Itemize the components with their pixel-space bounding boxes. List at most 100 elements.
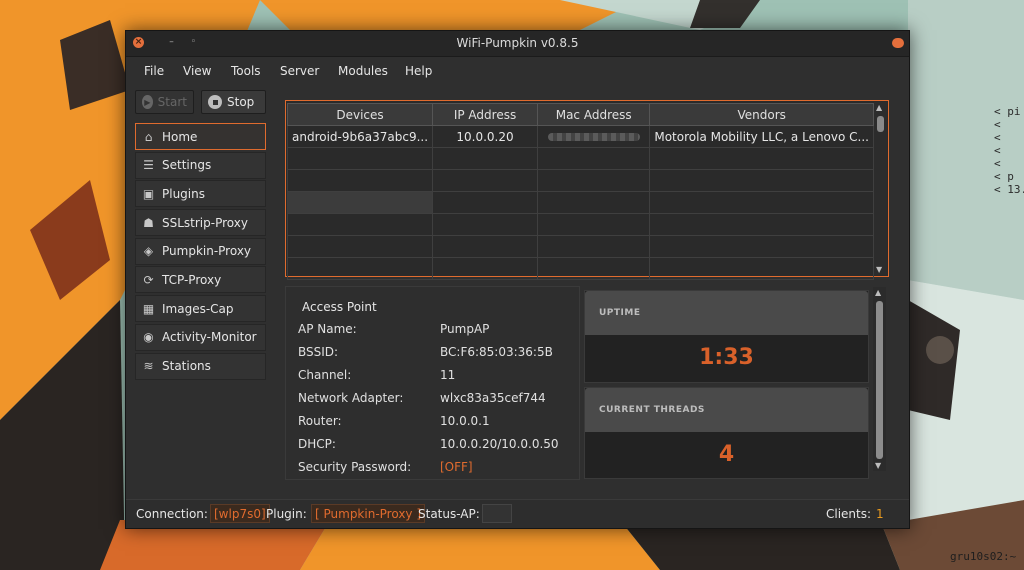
column-header-ip-address[interactable]: IP Address xyxy=(432,103,539,126)
mac-address-cell[interactable] xyxy=(537,125,651,148)
sidebar-item-plugins[interactable]: ▣ Plugins xyxy=(135,180,266,208)
sidebar-item-label: Activity-Monitor xyxy=(162,330,257,345)
settings-icon: ☰ xyxy=(143,158,154,173)
sidebar-item-label: Pumpkin-Proxy xyxy=(162,244,252,259)
uptime-card-header: UPTIME xyxy=(585,291,868,335)
terminal-text: < pi < < < < < p < 13. xyxy=(994,105,1024,196)
window-menu-button[interactable] xyxy=(892,38,904,48)
menu-tools[interactable]: Tools xyxy=(231,64,261,78)
terminal-line: < pi xyxy=(994,105,1021,118)
table-row[interactable]: android-9b6a37abc9... 10.0.0.20 Motorola… xyxy=(286,125,874,148)
sidebar-item-label: TCP-Proxy xyxy=(162,272,222,287)
window-title: WiFi-Pumpkin v0.8.5 xyxy=(456,36,579,50)
redacted-mac xyxy=(547,133,640,141)
uptime-value: 1:33 xyxy=(699,345,754,370)
plugin-badge: [ Pumpkin-Proxy ] xyxy=(311,504,426,523)
uptime-card: UPTIME 1:33 xyxy=(584,290,869,383)
stop-button[interactable]: Stop xyxy=(201,90,266,114)
sidebar-item-label: Plugins xyxy=(162,186,205,201)
terminal-line: < xyxy=(994,118,1001,131)
menu-modules[interactable]: Modules xyxy=(338,64,388,78)
terminal-line: < xyxy=(994,131,1001,144)
start-button[interactable]: ▶ Start xyxy=(135,90,194,114)
play-icon: ▶ xyxy=(142,95,153,109)
scrollbar-thumb[interactable] xyxy=(877,116,884,132)
device-name-cell[interactable]: android-9b6a37abc9... xyxy=(286,125,434,148)
scrollbar-thumb[interactable] xyxy=(876,301,883,459)
sidebar-item-activity-monitor[interactable]: ◉ Activity-Monitor xyxy=(135,323,266,351)
sidebar-item-sslstrip-proxy[interactable]: ☗ SSLstrip-Proxy xyxy=(135,209,266,237)
ip-address-cell[interactable]: 10.0.0.20 xyxy=(432,125,539,148)
sidebar-item-label: Home xyxy=(162,129,198,144)
sidebar-item-label: SSLstrip-Proxy xyxy=(162,215,248,230)
menu-file[interactable]: File xyxy=(144,64,164,78)
pumpkin-proxy-icon: ◈ xyxy=(143,244,154,259)
ap-name-label: AP Name: xyxy=(298,322,357,336)
table-row[interactable] xyxy=(286,147,874,170)
sidebar: ⌂ Home ☰ Settings ▣ Plugins ☗ SSLstrip-P… xyxy=(135,123,266,381)
access-point-panel: Access Point AP Name: PumpAP BSSID: BC:F… xyxy=(285,286,580,480)
devices-table-panel: Devices IP Address Mac Address Vendors a… xyxy=(285,100,889,280)
bssid-value: BC:F6:85:03:36:5B xyxy=(440,345,553,359)
status-ap-label: Status-AP: xyxy=(418,507,480,521)
menu-bar: File View Tools Server Modules Help xyxy=(126,57,909,85)
sidebar-item-pumpkin-proxy[interactable]: ◈ Pumpkin-Proxy xyxy=(135,237,266,265)
current-threads-value: 4 xyxy=(718,442,735,467)
sidebar-item-home[interactable]: ⌂ Home xyxy=(135,123,266,150)
table-row[interactable] xyxy=(286,169,874,192)
security-password-label: Security Password: xyxy=(298,460,412,474)
router-value: 10.0.0.1 xyxy=(440,414,490,428)
network-adapter-value: wlxc83a35cef744 xyxy=(440,391,546,405)
ap-name-value: PumpAP xyxy=(440,322,490,336)
menu-view[interactable]: View xyxy=(183,64,211,78)
start-button-label: Start xyxy=(157,95,187,109)
info-scrollbar[interactable]: ▲ ▼ xyxy=(873,287,886,471)
images-cap-icon: ▦ xyxy=(142,301,155,316)
sidebar-item-settings[interactable]: ☰ Settings xyxy=(135,151,266,179)
wifi-icon: ≋ xyxy=(143,359,154,373)
stop-icon xyxy=(208,95,222,109)
sidebar-item-images-cap[interactable]: ▦ Images-Cap xyxy=(135,295,266,323)
title-bar[interactable]: × – ◦ WiFi-Pumpkin v0.8.5 xyxy=(126,31,909,57)
vendor-cell[interactable]: Motorola Mobility LLC, a Lenovo C... xyxy=(649,125,874,148)
terminal-line: < xyxy=(994,157,1001,170)
scroll-down-icon[interactable]: ▼ xyxy=(876,265,882,274)
access-point-title: Access Point xyxy=(302,300,377,314)
clients-count: 1 xyxy=(876,507,884,521)
table-header-row: Devices IP Address Mac Address Vendors xyxy=(286,103,874,126)
scroll-down-icon[interactable]: ▼ xyxy=(875,461,881,470)
table-row[interactable] xyxy=(286,235,874,258)
scroll-up-icon[interactable]: ▲ xyxy=(876,103,882,112)
sidebar-item-label: Settings xyxy=(162,158,212,173)
column-header-vendors[interactable]: Vendors xyxy=(649,103,874,126)
plugin-label: Plugin: xyxy=(266,507,307,521)
status-bar: Connection: [wlp7s0] Plugin: [ Pumpkin-P… xyxy=(126,499,909,528)
connection-badge: [wlp7s0] xyxy=(210,504,270,523)
column-header-mac-address[interactable]: Mac Address xyxy=(537,103,651,126)
network-adapter-label: Network Adapter: xyxy=(298,391,404,405)
sslstrip-icon: ☗ xyxy=(143,215,154,230)
menu-server[interactable]: Server xyxy=(280,64,319,78)
terminal-line: < p xyxy=(994,170,1014,183)
sidebar-item-label: Stations xyxy=(162,359,211,373)
terminal-line: < 13. xyxy=(994,183,1024,196)
home-icon: ⌂ xyxy=(144,129,153,144)
security-password-value: [OFF] xyxy=(440,460,473,474)
table-row[interactable] xyxy=(286,257,874,280)
menu-help[interactable]: Help xyxy=(405,64,432,78)
table-row[interactable] xyxy=(286,213,874,236)
table-scrollbar[interactable]: ▲ ▼ xyxy=(874,102,887,275)
sidebar-item-tcp-proxy[interactable]: ⟳ TCP-Proxy xyxy=(135,266,266,294)
table-row[interactable] xyxy=(286,191,874,214)
devices-table: Devices IP Address Mac Address Vendors a… xyxy=(286,103,874,280)
bssid-label: BSSID: xyxy=(298,345,339,359)
router-label: Router: xyxy=(298,414,342,428)
sidebar-item-label: Images-Cap xyxy=(162,301,234,316)
terminal-hostname: gru10s02:~ xyxy=(950,550,1017,563)
current-threads-card: CURRENT THREADS 4 xyxy=(584,387,869,479)
sidebar-item-stations[interactable]: ≋ Stations xyxy=(135,352,266,380)
scroll-up-icon[interactable]: ▲ xyxy=(875,288,881,297)
current-threads-label: CURRENT THREADS xyxy=(599,405,705,415)
terminal-line: < xyxy=(994,144,1001,157)
column-header-devices[interactable]: Devices xyxy=(286,103,434,126)
